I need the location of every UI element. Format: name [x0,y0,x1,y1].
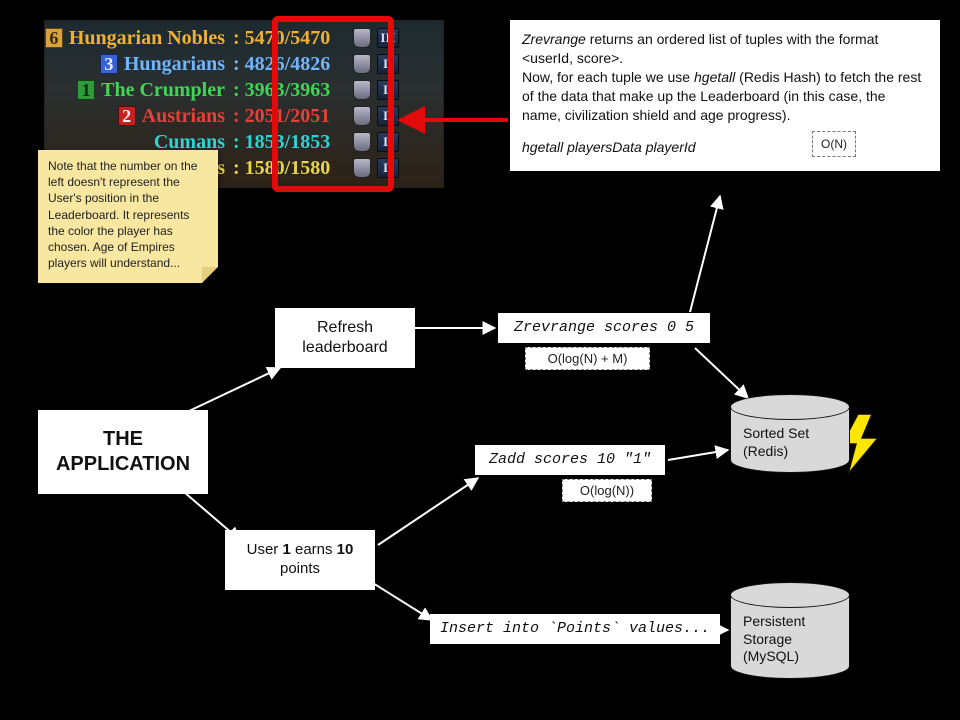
leaderboard-row: 1 The Crumpler: 3963/3963 II [51,77,437,103]
leaderboard-row-right: II [347,54,437,74]
civ-shield-icon [353,80,371,100]
age-badge: II [377,54,399,74]
sticky-note: Note that the number on the left doesn't… [38,150,218,283]
player-name: Austrians [142,105,225,128]
player-color-number: 6 [45,28,63,48]
zadd-command: Zadd scores 10 "1" [475,445,665,475]
explanation-line2: Now, for each tuple we use hgetall (Redi… [522,68,928,125]
player-name: Hungarian Nobles [69,27,225,50]
player-color-number: 3 [100,54,118,74]
player-score: : 4826/4826 [229,53,347,76]
arrow-earn-to-insert [368,580,432,620]
player-score: : 1580/1580 [229,157,347,180]
leaderboard-row-left: 3 Hungarians [51,53,229,76]
age-badge: II [377,132,399,152]
leaderboard-row-right: II [347,80,437,100]
sql-insert-command: Insert into `Points` values... [430,614,720,644]
leaderboard-row-right: II [347,106,437,126]
arrow-zrev-to-panel [690,196,720,312]
arrow-earn-to-zadd [378,478,478,545]
age-badge: III [377,28,399,48]
leaderboard-row-left: 6Hungarian Nobles [51,27,229,50]
cylinder-top [730,582,850,608]
the-application-box: THE APPLICATION [38,410,208,494]
leaderboard-row: 2 Austrians: 2051/2051 II [51,103,437,129]
sticky-note-corner [202,267,218,283]
leaderboard-row-left: 2 Austrians [51,105,229,128]
civ-shield-icon [353,158,371,178]
redis-store: Sorted Set (Redis) [730,394,850,473]
leaderboard-row-left: 1 The Crumpler [51,79,229,102]
zrevrange-complexity: O(log(N) + M) [525,347,650,370]
player-score: : 2051/2051 [229,105,347,128]
arrow-zrev-to-redis [695,348,748,398]
cylinder-top [730,394,850,420]
player-name: Hungarians [124,53,225,76]
civ-shield-icon [353,132,371,152]
arrow-zadd-to-redis [668,450,728,460]
explanation-panel: Zrevrange returns an ordered list of tup… [510,20,940,171]
age-badge: II [377,158,399,178]
explanation-line1: Zrevrange returns an ordered list of tup… [522,30,928,68]
player-score: : 5470/5470 [229,27,347,50]
player-score: : 1853/1853 [229,131,347,154]
civ-shield-icon [353,106,371,126]
player-score: : 3963/3963 [229,79,347,102]
mysql-store: Persistent Storage (MySQL) [730,582,850,679]
hgetall-complexity: O(N) [812,131,856,157]
leaderboard-row: 6Hungarian Nobles: 5470/5470 III [51,25,437,51]
leaderboard-row-right: II [347,132,437,152]
player-color-number: 1 [77,80,95,100]
leaderboard-row-right: III [347,28,437,48]
zrevrange-command: Zrevrange scores 0 5 [498,313,710,343]
sticky-note-text: Note that the number on the left doesn't… [48,159,197,270]
zadd-complexity: O(log(N)) [562,479,652,502]
civ-shield-icon [353,28,371,48]
player-color-number: 2 [118,106,136,126]
leaderboard-row-right: II [347,158,437,178]
user-earns-points-box: User 1 earns 10 points [225,530,375,590]
age-badge: II [377,106,399,126]
player-name: The Crumpler [101,79,225,102]
hgetall-command: hgetall playersData playerId [522,138,928,157]
refresh-leaderboard-box: Refresh leaderboard [275,308,415,368]
age-badge: II [377,80,399,100]
leaderboard-row: 3 Hungarians: 4826/4826 II [51,51,437,77]
civ-shield-icon [353,54,371,74]
